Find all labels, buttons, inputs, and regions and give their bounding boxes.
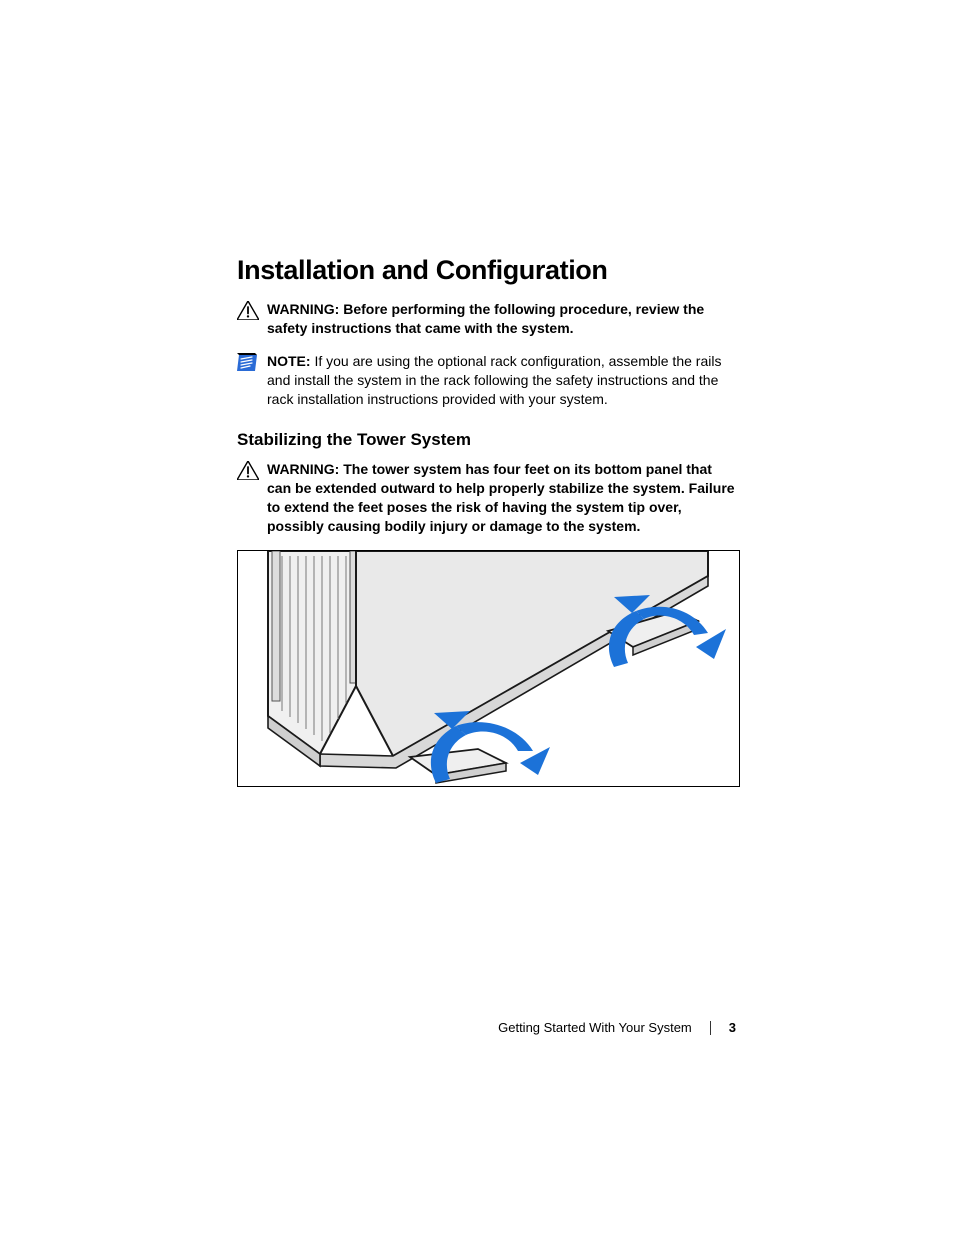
warning-1-text: WARNING: Before performing the following… <box>267 300 739 338</box>
note-1-text: NOTE: If you are using the optional rack… <box>267 352 739 409</box>
note-callout-1: NOTE: If you are using the optional rack… <box>237 352 739 409</box>
footer-separator <box>710 1021 711 1035</box>
warning-2-label: WARNING: <box>267 461 339 477</box>
subheading-stabilizing: Stabilizing the Tower System <box>237 430 739 450</box>
page-heading: Installation and Configuration <box>237 255 739 286</box>
warning-1-label: WARNING: <box>267 301 339 317</box>
page-footer: Getting Started With Your System 3 <box>498 1020 736 1035</box>
warning-icon <box>237 300 267 320</box>
footer-page-number: 3 <box>729 1020 736 1035</box>
warning-callout-1: WARNING: Before performing the following… <box>237 300 739 338</box>
footer-section: Getting Started With Your System <box>498 1020 692 1035</box>
figure-stabilizing-feet <box>237 550 740 787</box>
warning-2-text: WARNING: The tower system has four feet … <box>267 460 739 536</box>
warning-callout-2: WARNING: The tower system has four feet … <box>237 460 739 536</box>
warning-icon <box>237 460 267 480</box>
note-1-label: NOTE: <box>267 353 311 369</box>
note-1-body: If you are using the optional rack confi… <box>267 353 721 407</box>
note-icon <box>237 352 267 371</box>
